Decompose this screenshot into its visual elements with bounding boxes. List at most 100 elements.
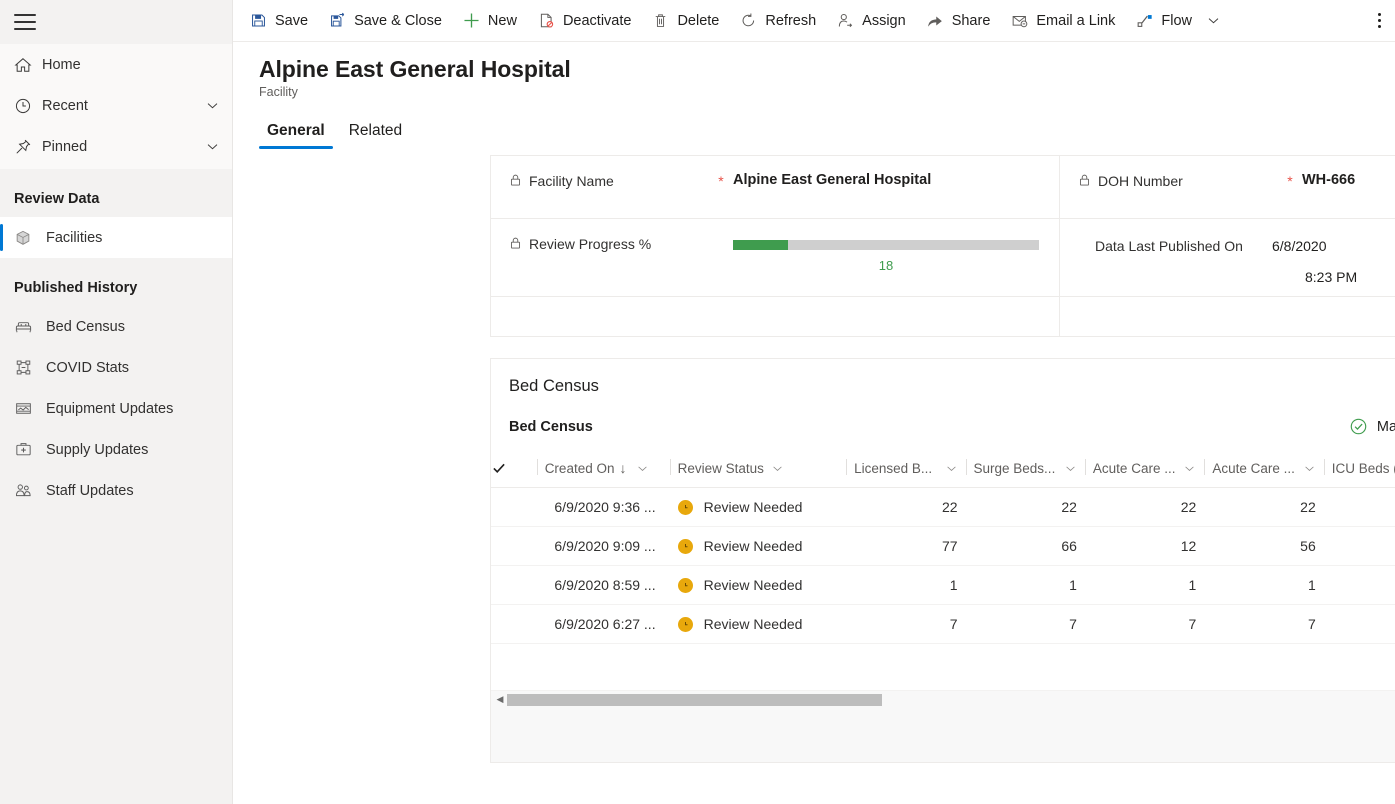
sidebar-item-facilities[interactable]: Facilities xyxy=(0,217,232,258)
scrollbar-track[interactable] xyxy=(507,693,1395,707)
row-select-cell[interactable] xyxy=(491,488,537,527)
flow-chevron-down-icon[interactable] xyxy=(1202,1,1225,41)
doh-number-value[interactable]: WH-666 xyxy=(1302,172,1355,188)
grid-horizontal-scrollbar[interactable]: ◀ ▶ xyxy=(491,690,1395,708)
refresh-button[interactable]: Refresh xyxy=(729,1,826,41)
status-label: Review Needed xyxy=(704,616,803,632)
column-header-licensed-beds[interactable]: Licensed B... xyxy=(846,453,965,488)
email-link-button[interactable]: Email a Link xyxy=(1000,1,1125,41)
row-select-cell[interactable] xyxy=(491,605,537,644)
cell-licensed-beds: 22 xyxy=(846,488,965,527)
sidebar-item-pinned[interactable]: Pinned xyxy=(0,126,232,167)
column-header-icu-beds-1[interactable]: ICU Beds (... xyxy=(1324,453,1395,488)
sidebar-item-recent[interactable]: Recent xyxy=(0,85,232,126)
sidebar-item-label: Equipment Updates xyxy=(46,401,173,417)
assign-button[interactable]: Assign xyxy=(826,1,916,41)
pin-icon xyxy=(14,138,42,156)
field-label-text: Facility Name xyxy=(529,172,614,191)
sidebar-item-label: COVID Stats xyxy=(46,360,129,376)
published-date-value[interactable]: 6/8/2020 xyxy=(1272,238,1395,254)
chevron-down-icon[interactable] xyxy=(771,462,784,475)
table-row[interactable]: 6/9/2020 8:59 ...Review Needed111111No xyxy=(491,566,1395,605)
scrollbar-thumb[interactable] xyxy=(507,694,882,706)
command-overflow-button[interactable] xyxy=(1372,1,1395,41)
new-button[interactable]: New xyxy=(452,1,527,41)
table-row[interactable]: 6/9/2020 9:36 ...Review Needed2222222222… xyxy=(491,488,1395,527)
field-review-progress: Review Progress % 18 xyxy=(491,219,1059,297)
sidebar-item-label: Pinned xyxy=(42,139,205,155)
row-select-cell[interactable] xyxy=(491,527,537,566)
command-bar: Save Save & Close New Deactivate xyxy=(233,0,1395,42)
column-label: Surge Beds... xyxy=(974,461,1056,476)
tab-related[interactable]: Related xyxy=(341,118,410,149)
status-label: Review Needed xyxy=(704,538,803,554)
column-label: Acute Care ... xyxy=(1093,461,1176,476)
command-label: Share xyxy=(952,13,991,29)
sidebar-item-supply-updates[interactable]: Supply Updates xyxy=(0,429,232,470)
chevron-down-icon[interactable] xyxy=(1303,462,1316,475)
lock-icon xyxy=(509,236,522,250)
hamburger-icon[interactable] xyxy=(14,14,36,30)
field-label-text: Review Progress % xyxy=(529,235,651,254)
column-header-acute-care-2[interactable]: Acute Care ... xyxy=(1204,453,1323,488)
lock-icon xyxy=(509,173,522,187)
share-button[interactable]: Share xyxy=(916,1,1001,41)
published-time-value[interactable]: 8:23 PM xyxy=(1272,269,1395,285)
column-header-acute-care-1[interactable]: Acute Care ... xyxy=(1085,453,1204,488)
pending-clock-icon xyxy=(678,578,693,593)
sidebar-item-bed-census[interactable]: Bed Census xyxy=(0,306,232,347)
table-row[interactable]: 6/9/2020 6:27 ...Review Needed777777Yes xyxy=(491,605,1395,644)
cell-acute-care-1: 7 xyxy=(1085,605,1204,644)
bed-census-card: Bed Census Bed Census Mark Complete xyxy=(490,358,1395,763)
sidebar-item-staff-updates[interactable]: Staff Updates xyxy=(0,470,232,511)
chevron-down-icon[interactable] xyxy=(945,462,958,475)
deactivate-button[interactable]: Deactivate xyxy=(527,1,642,41)
row-select-cell[interactable] xyxy=(491,566,537,605)
mark-complete-button[interactable]: Mark Complete xyxy=(1340,412,1395,441)
command-label: New xyxy=(488,13,517,29)
cube-icon xyxy=(14,229,46,247)
plus-icon xyxy=(462,11,481,30)
chevron-down-icon[interactable] xyxy=(636,462,649,475)
column-header-created-on[interactable]: Created On ↓ xyxy=(537,453,670,488)
sidebar-item-equipment-updates[interactable]: Equipment Updates xyxy=(0,388,232,429)
sidebar-item-label: Bed Census xyxy=(46,319,125,335)
progress-fill xyxy=(733,240,788,250)
command-label: Assign xyxy=(862,13,906,29)
chevron-down-icon[interactable] xyxy=(205,139,220,154)
column-header-review-status[interactable]: Review Status xyxy=(670,453,847,488)
cell-icu-beds-1: 7 xyxy=(1324,605,1395,644)
save-button[interactable]: Save xyxy=(239,1,318,41)
field-data-last-published-on: Data Last Published On 6/8/2020 8:23 PM xyxy=(1060,219,1395,297)
bed-census-subgrid-title: Bed Census xyxy=(509,419,593,435)
cell-review-status: Review Needed xyxy=(670,605,847,644)
chevron-down-icon[interactable] xyxy=(205,98,220,113)
command-label: Refresh xyxy=(765,13,816,29)
select-all-header[interactable] xyxy=(491,453,537,488)
cell-surge-beds: 1 xyxy=(966,566,1085,605)
bed-icon xyxy=(14,317,46,336)
delete-button[interactable]: Delete xyxy=(641,1,729,41)
table-row[interactable]: 6/9/2020 9:09 ...Review Needed7766125620… xyxy=(491,527,1395,566)
column-label: ICU Beds (... xyxy=(1332,461,1395,476)
chevron-down-icon[interactable] xyxy=(1183,462,1196,475)
save-and-close-button[interactable]: Save & Close xyxy=(318,1,452,41)
virus-icon xyxy=(14,358,46,377)
facility-name-value[interactable]: Alpine East General Hospital xyxy=(733,172,931,188)
scroll-left-icon[interactable]: ◀ xyxy=(493,694,507,705)
command-label: Save xyxy=(275,13,308,29)
sidebar-item-home[interactable]: Home xyxy=(0,44,232,85)
sidebar-item-covid-stats[interactable]: COVID Stats xyxy=(0,347,232,388)
trash-icon xyxy=(651,11,670,30)
column-header-surge-beds[interactable]: Surge Beds... xyxy=(966,453,1085,488)
tab-general[interactable]: General xyxy=(259,118,333,149)
command-label: Deactivate xyxy=(563,13,632,29)
chevron-down-icon[interactable] xyxy=(1064,462,1077,475)
datetime-values: 6/8/2020 8:23 PM xyxy=(1272,237,1395,285)
status-label: Review Needed xyxy=(704,499,803,515)
main-area: Save Save & Close New Deactivate xyxy=(233,0,1395,804)
command-label: Delete xyxy=(677,13,719,29)
flow-button[interactable]: Flow xyxy=(1125,1,1202,41)
save-icon xyxy=(249,11,268,30)
deactivate-icon xyxy=(537,11,556,30)
